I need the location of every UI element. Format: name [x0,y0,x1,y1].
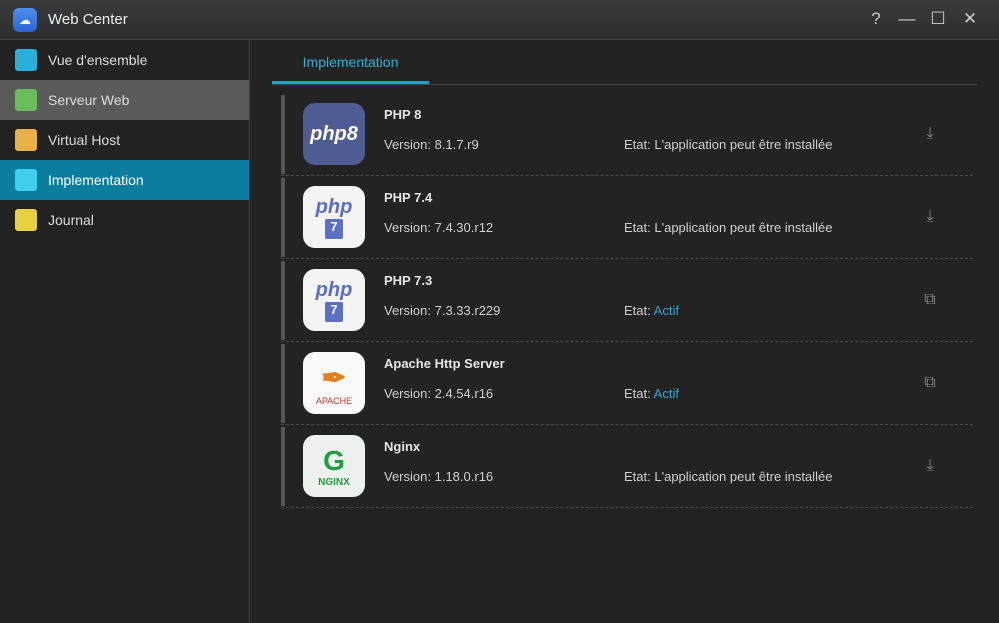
row-indicator [281,344,285,423]
minimize-button[interactable]: — [897,9,917,31]
web-server-icon [15,89,37,111]
tab-implementation[interactable]: Implementation [272,40,429,84]
sidebar: Vue d'ensemble Serveur Web Virtual Host Imp… [0,40,250,623]
package-state: Etat: Actif [624,303,679,318]
maximize-button[interactable]: ☐ [928,9,948,31]
package-logo-icon: ✒ APACHE [303,352,365,414]
version-label: Version: [384,220,431,235]
open-button[interactable]: ⧉ [919,374,941,394]
package-row: php 7 PHP 7.4 Version: 7.4.30.r12 Etat: L… [281,176,973,259]
implementation-icon [15,169,37,191]
state-value: L'application peut être installée [654,469,833,484]
row-indicator [281,427,285,506]
version-value: 7.3.33.r229 [434,303,501,318]
main-panel: Implementation php8 PHP 8 Version: 8.1.7… [251,40,999,623]
state-value: L'application peut être installée [654,220,833,235]
state-value: L'application peut être installée [654,137,833,152]
package-name: PHP 7.3 [384,273,433,288]
download-icon: ⤓ [926,125,934,142]
sidebar-item-journal[interactable]: Journal [0,200,249,240]
open-external-icon: ⧉ [924,291,936,308]
row-indicator [281,261,285,340]
window-title: Web Center [48,11,128,28]
sidebar-item-serveur-web[interactable]: Serveur Web [0,80,249,120]
package-row: php 7 PHP 7.3 Version: 7.3.33.r229 Etat: … [281,259,973,342]
sidebar-item-label: Journal [48,212,94,228]
package-state: Etat: L'application peut être installée [624,220,832,235]
download-icon: ⤓ [926,457,934,474]
package-version: Version: 8.1.7.r9 [384,137,479,152]
sidebar-item-label: Serveur Web [48,92,130,108]
install-button[interactable]: ⤓ [919,125,941,145]
sidebar-item-label: Vue d'ensemble [48,52,148,68]
version-value: 1.18.0.r16 [434,469,494,484]
state-label: Etat: [624,303,651,318]
version-value: 8.1.7.r9 [434,137,479,152]
version-label: Version: [384,386,431,401]
state-label: Etat: [624,469,651,484]
download-icon: ⤓ [926,208,934,225]
package-version: Version: 7.3.33.r229 [384,303,500,318]
install-button[interactable]: ⤓ [919,208,941,228]
journal-icon [15,209,37,231]
row-indicator [281,178,285,257]
title-bar: ☁ Web Center ? — ☐ ✕ [0,0,999,40]
package-version: Version: 2.4.54.r16 [384,386,493,401]
package-state: Etat: Actif [624,386,679,401]
version-value: 2.4.54.r16 [434,386,494,401]
package-logo-icon: php8 [303,103,365,165]
close-button[interactable]: ✕ [960,9,980,31]
package-name: Nginx [384,439,421,454]
open-button[interactable]: ⧉ [919,291,941,311]
state-label: Etat: [624,220,651,235]
web-center-app-icon: ☁ [13,8,37,32]
package-version: Version: 7.4.30.r12 [384,220,493,235]
install-button[interactable]: ⤓ [919,457,941,477]
version-label: Version: [384,303,431,318]
overview-icon [15,49,37,71]
sidebar-item-virtual-host[interactable]: Virtual Host [0,120,249,160]
version-value: 7.4.30.r12 [434,220,494,235]
version-label: Version: [384,469,431,484]
package-state: Etat: L'application peut être installée [624,469,832,484]
sidebar-item-label: Virtual Host [48,132,121,148]
package-row: G NGINX Nginx Version: 1.18.0.r16 Etat: L… [281,425,973,508]
sidebar-item-implementation[interactable]: Implementation [0,160,249,200]
tab-bar: Implementation [272,40,977,85]
package-logo-icon: G NGINX [303,435,365,497]
state-label: Etat: [624,386,651,401]
open-external-icon: ⧉ [924,374,936,391]
package-row: php8 PHP 8 Version: 8.1.7.r9 Etat: L'app… [281,93,973,176]
package-name: Apache Http Server [384,356,505,371]
sidebar-item-label: Implementation [48,172,144,188]
package-name: PHP 8 [384,107,422,122]
package-version: Version: 1.18.0.r16 [384,469,493,484]
virtual-host-icon [15,129,37,151]
sidebar-item-vue-d-ensemble[interactable]: Vue d'ensemble [0,40,249,80]
package-logo-icon: php 7 [303,269,365,331]
state-value: Actif [653,303,679,318]
help-button[interactable]: ? [866,9,886,31]
state-label: Etat: [624,137,651,152]
package-logo-icon: php 7 [303,186,365,248]
version-label: Version: [384,137,431,152]
package-row: ✒ APACHE Apache Http Server Version: 2.4.… [281,342,973,425]
package-state: Etat: L'application peut être installée [624,137,832,152]
state-value: Actif [653,386,679,401]
row-indicator [281,95,285,174]
package-name: PHP 7.4 [384,190,433,205]
